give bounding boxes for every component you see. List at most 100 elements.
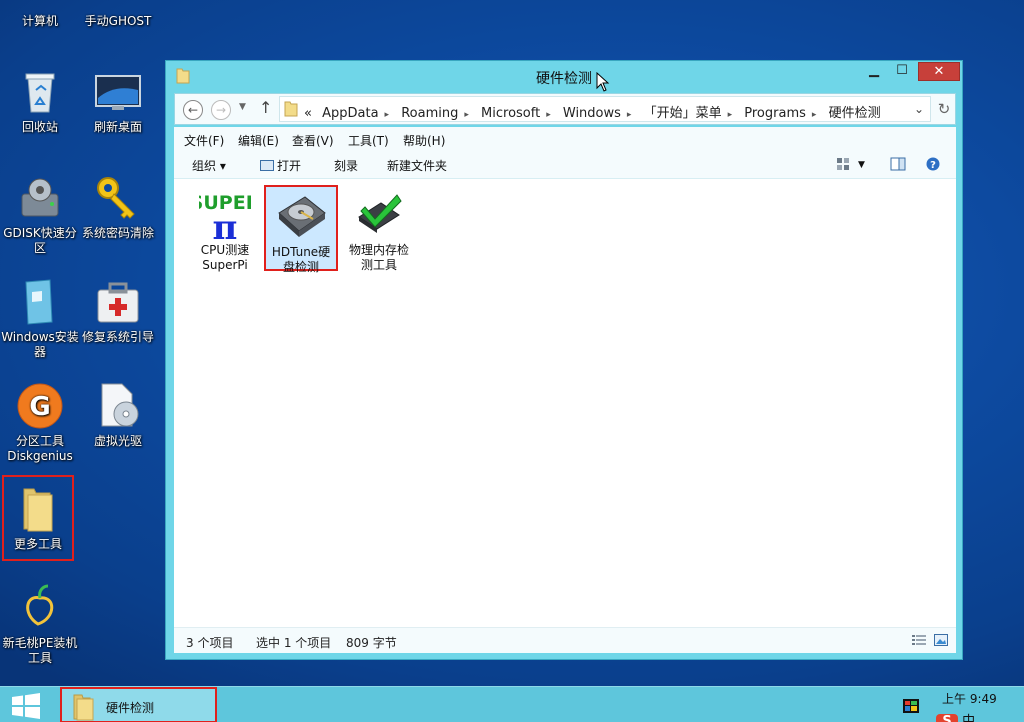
open-button[interactable]: 打开 — [260, 157, 301, 174]
refresh-icon[interactable]: ↻ — [933, 98, 955, 120]
desktop-icon-label: 计算机 — [21, 14, 58, 28]
open-label: 打开 — [277, 159, 302, 173]
command-bar: 组织 ▾ 打开 刻录 新建文件夹 ▼ ? — [174, 151, 956, 179]
breadcrumb-roaming[interactable]: Roaming — [401, 106, 458, 121]
minimize-button[interactable]: ▁ — [864, 62, 884, 81]
ime-mode-label: 中 — [962, 714, 976, 722]
breadcrumb-windows[interactable]: Windows — [563, 106, 621, 121]
recycle-bin-icon — [16, 68, 64, 116]
folder-icon — [70, 693, 96, 722]
key-icon — [94, 174, 142, 222]
selected-size: 809 字节 — [346, 636, 397, 650]
up-button[interactable]: ↑ — [259, 98, 272, 117]
menu-edit[interactable]: 编辑(E) — [238, 132, 279, 149]
desktop-icon-label: 刷新桌面 — [93, 120, 142, 134]
maximize-button[interactable]: ☐ — [892, 62, 912, 81]
new-folder-button[interactable]: 新建文件夹 — [387, 157, 447, 174]
desktop-icon-diskgenius[interactable]: G 分区工具Diskgenius — [0, 382, 80, 464]
breadcrumb-appdata[interactable]: AppData — [322, 106, 378, 121]
action-center-flag-icon[interactable] — [903, 699, 919, 713]
file-label: 盘检测 — [282, 260, 319, 274]
menu-view[interactable]: 查看(V) — [292, 132, 334, 149]
sogou-ime-icon: S — [936, 714, 958, 722]
file-label: HDTune硬 — [271, 245, 331, 259]
desktop-icon-virtual-drive[interactable]: 虚拟光驱 — [78, 382, 158, 449]
address-dropdown-icon[interactable]: ⌄ — [914, 102, 924, 116]
navigation-bar: ← → ▼ ↑ « AppData ▸ Roaming ▸ Microsoft ▸ W… — [174, 93, 956, 125]
virtual-cd-icon — [94, 382, 142, 430]
file-label: SuperPi — [202, 258, 248, 272]
svg-text:?: ? — [930, 160, 936, 171]
windows-logo-icon — [12, 693, 40, 719]
harddisk-icon — [275, 191, 327, 243]
desktop-icon-label: 虚拟光驱 — [93, 434, 142, 448]
close-button[interactable]: ✕ — [918, 62, 960, 81]
desktop-icon-label: 手动GHOST — [84, 14, 152, 28]
taskbar-item-hardware-check[interactable]: 硬件检测 — [60, 687, 217, 722]
file-list[interactable]: SUPER π CPU测速 SuperPi HDTune硬 盘检测 — [174, 179, 956, 627]
svg-text:π: π — [213, 208, 238, 241]
desktop-icon-repair-boot[interactable]: 修复系统引导 — [78, 278, 158, 345]
desktop-icon-windows-installer[interactable]: Windows安装器 — [0, 278, 80, 360]
mouse-cursor-icon — [596, 71, 610, 95]
computer-icon — [16, 0, 64, 10]
large-icons-view-icon[interactable] — [934, 634, 948, 649]
file-item-hdtune[interactable]: HDTune硬 盘检测 — [264, 185, 338, 274]
recent-locations-dropdown[interactable]: ▼ — [239, 102, 246, 112]
menu-file[interactable]: 文件(F) — [184, 132, 224, 149]
superpi-icon: SUPER π — [190, 189, 261, 248]
desktop-icon-label: 修复系统引导 — [81, 330, 154, 344]
folder-icon — [14, 485, 62, 533]
open-icon — [260, 160, 274, 171]
breadcrumb-hardware-check[interactable]: 硬件检测 — [829, 106, 881, 121]
peach-icon — [16, 584, 64, 632]
desktop-icon-label: 分区工具Diskgenius — [7, 434, 73, 463]
desktop-icon-ghost[interactable]: 手动GHOST — [78, 0, 158, 29]
view-dropdown-icon[interactable]: ▼ — [858, 160, 865, 170]
help-icon[interactable]: ? — [926, 157, 940, 174]
burn-button[interactable]: 刻录 — [334, 157, 358, 174]
system-clock[interactable]: 上午 9:49 — [942, 690, 997, 707]
desktop-icon-more-tools[interactable]: 更多工具 — [2, 475, 74, 561]
diskgenius-icon: G — [16, 382, 64, 430]
desktop-icon-password-clear[interactable]: 系统密码清除 — [78, 174, 158, 241]
explorer-window[interactable]: 硬件检测 ▁ ☐ ✕ ← → ▼ ↑ « AppData ▸ Roaming ▸ M… — [165, 60, 963, 660]
back-button[interactable]: ← — [183, 100, 203, 120]
address-bar[interactable]: « AppData ▸ Roaming ▸ Microsoft ▸ Windows ▸ … — [279, 96, 931, 122]
desktop-icon-label: 更多工具 — [13, 537, 62, 551]
folder-icon — [284, 101, 298, 120]
file-item-superpi[interactable]: SUPER π CPU测速 SuperPi — [188, 185, 262, 273]
gear-disk-icon — [16, 174, 64, 222]
svg-text:G: G — [29, 392, 50, 422]
forward-button[interactable]: → — [211, 100, 231, 120]
taskbar-item-label: 硬件检测 — [106, 701, 155, 715]
breadcrumb-microsoft[interactable]: Microsoft — [481, 106, 540, 121]
monitor-icon — [94, 68, 142, 116]
desktop-icon-computer[interactable]: 计算机 — [0, 0, 80, 29]
start-button[interactable] — [10, 693, 42, 719]
item-count: 3 个项目 — [186, 636, 234, 650]
menu-help[interactable]: 帮助(H) — [403, 132, 445, 149]
breadcrumb-programs[interactable]: Programs — [744, 106, 806, 121]
ghost-icon — [94, 0, 142, 10]
menu-tools[interactable]: 工具(T) — [348, 132, 389, 149]
taskbar: 硬件检测 上午 9:49 S 中 — [0, 686, 1024, 722]
desktop-icon-label: 系统密码清除 — [81, 226, 154, 240]
desktop-icon-gdisk[interactable]: GDISK快速分区 — [0, 174, 80, 256]
desktop-icon-pe-installer[interactable]: 新毛桃PE装机工具 — [0, 584, 80, 666]
breadcrumb-start-menu[interactable]: 「开始」菜单 — [644, 106, 722, 121]
desktop-icon-refresh-desktop[interactable]: 刷新桌面 — [78, 68, 158, 135]
status-bar: 3 个项目 选中 1 个项目 809 字节 — [174, 627, 956, 653]
selected-count: 选中 1 个项目 — [256, 636, 332, 650]
desktop-icon-label: Windows安装器 — [1, 330, 79, 359]
preview-pane-icon[interactable] — [890, 157, 906, 174]
organize-button[interactable]: 组织 ▾ — [192, 157, 226, 174]
window-title: 硬件检测 — [536, 71, 592, 87]
details-view-icon[interactable] — [912, 634, 926, 649]
file-item-memory-test[interactable]: 物理内存检 测工具 — [342, 185, 416, 273]
view-options-icon[interactable] — [836, 157, 850, 174]
ime-bar[interactable]: S 中 — [936, 710, 1024, 722]
breadcrumb-overflow[interactable]: « — [304, 106, 312, 121]
desktop-icon-recycle-bin[interactable]: 回收站 — [0, 68, 80, 135]
title-bar[interactable]: 硬件检测 ▁ ☐ ✕ — [166, 61, 962, 91]
